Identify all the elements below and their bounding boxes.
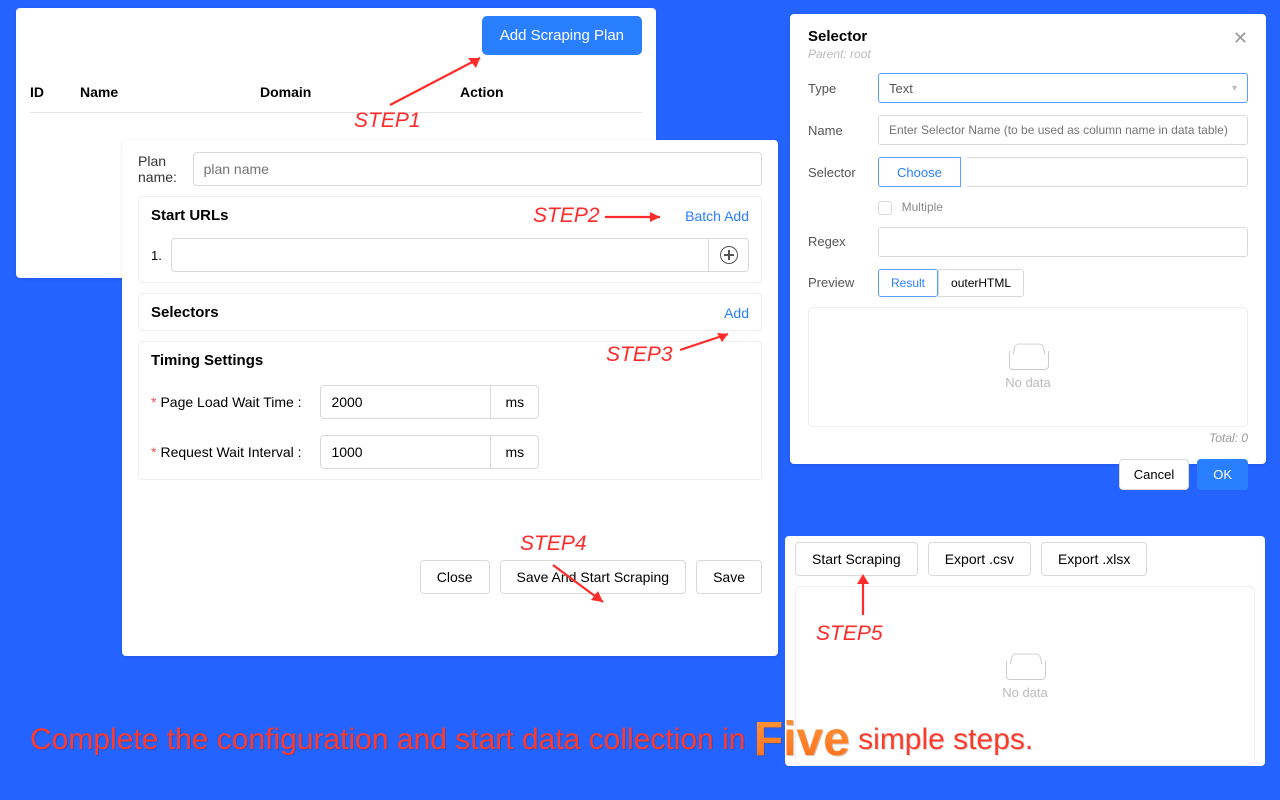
type-select-value: Text — [889, 81, 913, 96]
name-label: Name — [808, 123, 878, 138]
step1-arrow-icon — [380, 50, 500, 110]
selector-dialog: Selector Parent: root ✕ Type Text ▾ Name… — [790, 14, 1266, 464]
add-url-button[interactable] — [709, 238, 749, 272]
type-label: Type — [808, 81, 878, 96]
step2-label: STEP2 — [533, 204, 600, 228]
step2-arrow-icon — [605, 207, 675, 227]
step5-arrow-icon — [848, 570, 878, 620]
step5-label: STEP5 — [816, 622, 883, 646]
selectors-title: Selectors — [151, 304, 219, 321]
no-data-text: No data — [1005, 375, 1051, 390]
add-scraping-plan-button[interactable]: Add Scraping Plan — [482, 16, 642, 55]
request-wait-label: Request Wait Interval : — [160, 444, 320, 460]
batch-add-link[interactable]: Batch Add — [685, 208, 749, 224]
tagline: Complete the configuration and start dat… — [30, 706, 1033, 761]
inbox-icon — [1006, 653, 1044, 679]
selector-name-input[interactable] — [878, 115, 1248, 145]
plan-name-input[interactable] — [193, 152, 762, 186]
no-data-text: No data — [1002, 685, 1048, 700]
tagline-post: simple steps. — [858, 723, 1033, 756]
step1-label: STEP1 — [354, 109, 421, 133]
checkbox-icon[interactable] — [878, 201, 892, 215]
export-csv-button[interactable]: Export .csv — [928, 542, 1031, 576]
required-star-icon: * — [151, 394, 156, 410]
multiple-label: Multiple — [902, 200, 943, 214]
unit-ms: ms — [490, 435, 539, 469]
unit-ms: ms — [490, 385, 539, 419]
col-name: Name — [80, 84, 260, 100]
step3-label: STEP3 — [606, 343, 673, 367]
required-star-icon: * — [151, 444, 156, 460]
step4-label: STEP4 — [520, 532, 587, 556]
inbox-icon — [1009, 343, 1047, 369]
selectors-add-link[interactable]: Add — [724, 305, 749, 321]
col-id: ID — [30, 84, 80, 100]
start-urls-title: Start URLs — [151, 207, 229, 224]
step4-arrow-icon — [548, 560, 618, 610]
preview-result-tab[interactable]: Result — [878, 269, 938, 297]
step3-arrow-icon — [680, 330, 740, 355]
total-count: Total: 0 — [808, 431, 1248, 445]
selector-value-box[interactable] — [967, 157, 1248, 187]
regex-label: Regex — [808, 234, 878, 249]
plus-circle-icon — [720, 246, 738, 264]
selectors-section: Selectors Add — [138, 293, 762, 331]
close-icon[interactable]: ✕ — [1233, 28, 1248, 49]
close-button[interactable]: Close — [420, 560, 490, 594]
ok-button[interactable]: OK — [1197, 459, 1248, 490]
chevron-down-icon: ▾ — [1232, 83, 1237, 94]
regex-input[interactable] — [878, 227, 1248, 257]
tagline-five: Five — [754, 712, 850, 767]
export-xlsx-button[interactable]: Export .xlsx — [1041, 542, 1147, 576]
type-select[interactable]: Text ▾ — [878, 73, 1248, 103]
preview-empty-box: No data — [808, 307, 1248, 427]
request-wait-input[interactable] — [320, 435, 490, 469]
plan-name-label: Plan name: — [138, 153, 193, 185]
cancel-button[interactable]: Cancel — [1119, 459, 1189, 490]
start-url-input[interactable] — [171, 238, 709, 272]
selector-label: Selector — [808, 165, 878, 180]
selector-dialog-title: Selector — [808, 28, 871, 45]
plan-form-panel: Plan name: Start URLs Batch Add 1. Selec… — [122, 140, 778, 656]
tagline-pre: Complete the configuration and start dat… — [30, 723, 754, 756]
preview-outerhtml-tab[interactable]: outerHTML — [938, 269, 1024, 297]
url-index: 1. — [151, 248, 171, 263]
page-load-label: Page Load Wait Time : — [160, 394, 320, 410]
save-button[interactable]: Save — [696, 560, 762, 594]
plan-table-header: ID Name Domain Action — [30, 72, 642, 113]
choose-button[interactable]: Choose — [878, 157, 961, 187]
preview-label: Preview — [808, 275, 878, 290]
multiple-checkbox-row[interactable]: Multiple — [878, 199, 1248, 215]
page-load-input[interactable] — [320, 385, 490, 419]
selector-parent-text: Parent: root — [808, 47, 871, 61]
